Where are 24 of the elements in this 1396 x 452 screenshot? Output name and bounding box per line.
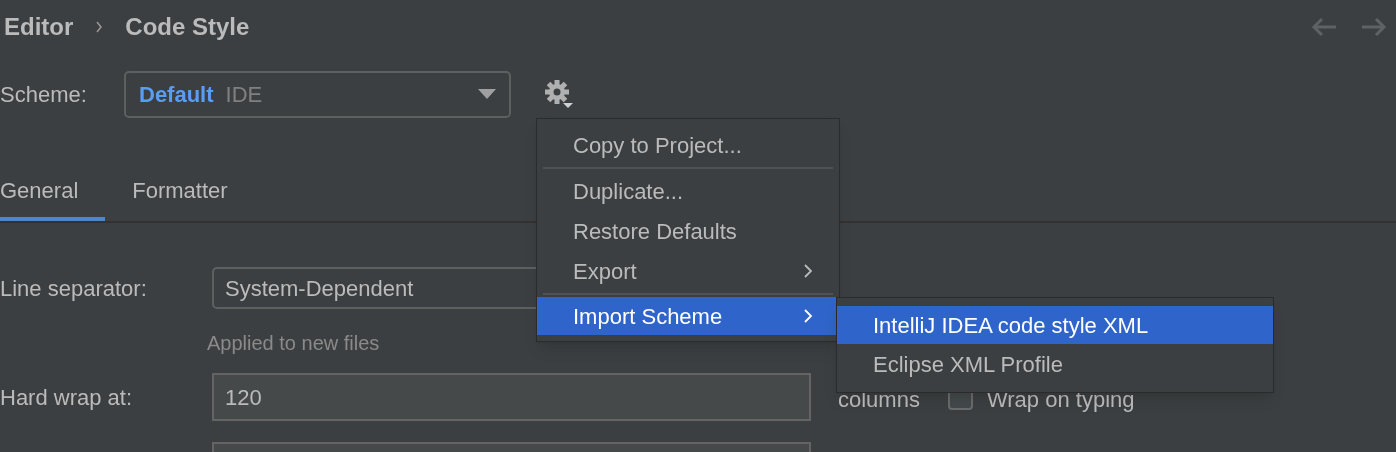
checkbox-label: Wrap on typing [986, 385, 1135, 414]
menu-item[interactable]: Restore Defaults [537, 211, 839, 251]
menu-item[interactable]: IntelliJ IDEA code style XML [837, 306, 1273, 344]
menu-item[interactable]: Copy to Project... [537, 125, 839, 165]
forward-arrow-icon[interactable] [1360, 16, 1388, 38]
tab[interactable]: Formatter [105, 163, 255, 221]
scheme-dropdown[interactable]: Default IDE [124, 70, 511, 118]
scheme-name: Default [139, 80, 214, 109]
field-label: Hard wrap at: [0, 383, 134, 412]
hard-wrap-input[interactable]: 120 [212, 373, 811, 421]
breadcrumb-item[interactable]: Editor [4, 9, 74, 45]
scheme-label: Scheme: [0, 80, 88, 109]
menu-item[interactable]: Duplicate... [537, 171, 839, 211]
tab[interactable]: General [0, 163, 106, 221]
field-label: Line separator: [0, 274, 148, 303]
back-arrow-icon[interactable] [1310, 16, 1338, 38]
dropdown-arrow-icon [478, 89, 496, 99]
menu-item[interactable]: Eclipse XML Profile [837, 344, 1273, 384]
breadcrumb-item: Code Style [125, 12, 250, 42]
scheme-scope: IDE [225, 80, 263, 109]
chevron-right-icon [95, 21, 104, 33]
menu-item[interactable]: Import Scheme [537, 297, 839, 335]
hint-text: Applied to new files [207, 332, 380, 354]
columns-label: columns [838, 385, 920, 414]
